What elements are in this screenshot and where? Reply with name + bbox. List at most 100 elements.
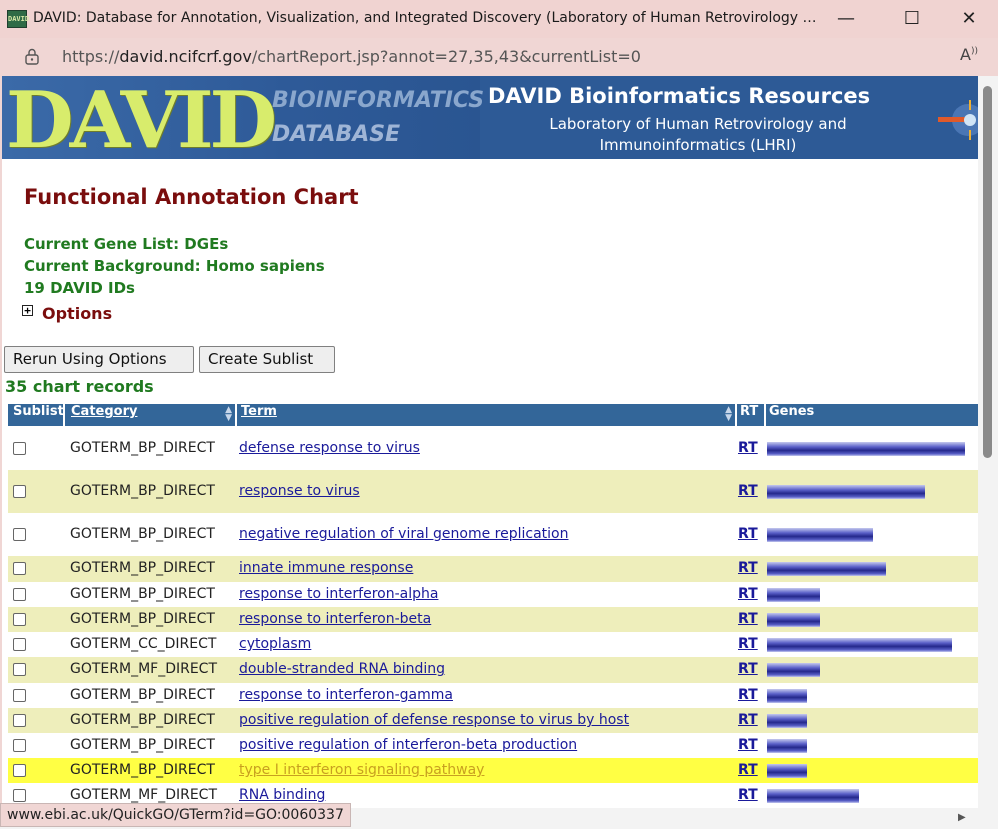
records-count: 35 chart records xyxy=(5,377,154,396)
header-category[interactable]: Category ▲ ▼ xyxy=(65,404,237,426)
background-label: Current Background: Homo sapiens xyxy=(24,257,325,275)
row-rt-link[interactable]: RT xyxy=(738,526,758,542)
gene-count-bar[interactable] xyxy=(767,638,952,652)
row-rt-link[interactable]: RT xyxy=(738,483,758,499)
gene-count-bar[interactable] xyxy=(767,739,807,753)
gene-count-bar[interactable] xyxy=(767,613,820,627)
row-term-link[interactable]: type I interferon signaling pathway xyxy=(239,762,484,778)
row-term-link[interactable]: positive regulation of interferon-beta p… xyxy=(239,737,577,753)
gene-count-bar[interactable] xyxy=(767,485,925,499)
row-checkbox[interactable] xyxy=(13,789,26,802)
row-term-link[interactable]: response to interferon-beta xyxy=(239,611,431,627)
lock-icon[interactable] xyxy=(25,48,39,69)
status-bar: www.ebi.ac.uk/QuickGO/GTerm?id=GO:006033… xyxy=(0,803,351,827)
rerun-options-button[interactable]: Rerun Using Options xyxy=(4,346,194,373)
row-rt-link[interactable]: RT xyxy=(738,712,758,728)
row-rt-link[interactable]: RT xyxy=(738,737,758,753)
row-category: GOTERM_BP_DIRECT xyxy=(70,586,215,602)
header-term[interactable]: Term ▲ ▼ xyxy=(237,404,737,426)
row-category: GOTERM_CC_DIRECT xyxy=(70,636,217,652)
header-category-label[interactable]: Category xyxy=(71,404,137,419)
gene-count-bar[interactable] xyxy=(767,714,807,728)
row-rt-link[interactable]: RT xyxy=(738,762,758,778)
gene-count-bar[interactable] xyxy=(767,442,965,456)
row-checkbox[interactable] xyxy=(13,689,26,702)
row-term-link[interactable]: positive regulation of defense response … xyxy=(239,712,629,728)
row-term-link[interactable]: double-stranded RNA binding xyxy=(239,661,445,677)
header-term-label[interactable]: Term xyxy=(241,404,277,419)
gene-count-bar[interactable] xyxy=(767,789,859,803)
sort-icon[interactable]: ▲ ▼ xyxy=(725,406,732,423)
app-icon: DAVID xyxy=(7,10,29,28)
table-row: GOTERM_BP_DIRECT response to virus RT xyxy=(8,470,978,513)
window-titlebar: DAVID DAVID: Database for Annotation, Vi… xyxy=(0,0,998,38)
row-checkbox[interactable] xyxy=(13,638,26,651)
table-row: GOTERM_BP_DIRECT defense response to viru… xyxy=(8,427,978,470)
row-category: GOTERM_MF_DIRECT xyxy=(70,661,218,677)
row-rt-link[interactable]: RT xyxy=(738,661,758,677)
maximize-icon[interactable]: ☐ xyxy=(890,4,934,34)
window-title: DAVID: Database for Annotation, Visualiz… xyxy=(33,10,823,26)
row-rt-link[interactable]: RT xyxy=(738,586,758,602)
gene-count-bar[interactable] xyxy=(767,562,886,576)
table-row: GOTERM_BP_DIRECT response to interferon-a… xyxy=(8,582,978,607)
header-banner: DAVID BIOINFORMATICS DATABASE DAVID Bioi… xyxy=(2,76,978,159)
row-rt-link[interactable]: RT xyxy=(738,636,758,652)
table-row: GOTERM_CC_DIRECT cytoplasm RT xyxy=(8,632,978,657)
row-rt-link[interactable]: RT xyxy=(738,787,758,803)
row-term-link[interactable]: response to virus xyxy=(239,483,360,499)
row-term-link[interactable]: cytoplasm xyxy=(239,636,311,652)
row-checkbox[interactable] xyxy=(13,485,26,498)
header-sublist: Sublist xyxy=(8,404,65,426)
table-row: GOTERM_BP_DIRECT innate immune response RT xyxy=(8,556,978,582)
page-content: DAVID BIOINFORMATICS DATABASE DAVID Bioi… xyxy=(2,76,978,808)
vertical-scroll-thumb[interactable] xyxy=(983,86,992,458)
gene-count-bar[interactable] xyxy=(767,689,807,703)
david-ids-count: 19 DAVID IDs xyxy=(24,279,135,297)
header-rt: RT xyxy=(737,404,766,426)
row-checkbox[interactable] xyxy=(13,588,26,601)
read-aloud-icon[interactable]: A)) xyxy=(960,45,978,64)
row-checkbox[interactable] xyxy=(13,764,26,777)
page-title: Functional Annotation Chart xyxy=(24,185,359,209)
row-category: GOTERM_BP_DIRECT xyxy=(70,611,215,627)
close-icon[interactable]: ✕ xyxy=(947,4,991,34)
address-bar[interactable]: https://david.ncifcrf.gov/chartReport.js… xyxy=(0,38,998,76)
banner-title: DAVID Bioinformatics Resources xyxy=(488,84,871,108)
banner-subtitle: Laboratory of Human Retrovirology and Im… xyxy=(549,115,847,154)
row-checkbox[interactable] xyxy=(13,562,26,575)
table-row: GOTERM_BP_DIRECT negative regulation of v… xyxy=(8,513,978,556)
minimize-icon[interactable]: — xyxy=(824,4,868,34)
create-sublist-button[interactable]: Create Sublist xyxy=(199,346,335,373)
row-checkbox[interactable] xyxy=(13,714,26,727)
scroll-right-icon[interactable]: ▶ xyxy=(958,812,966,823)
row-category: GOTERM_MF_DIRECT xyxy=(70,787,218,803)
row-checkbox[interactable] xyxy=(13,613,26,626)
row-checkbox[interactable] xyxy=(13,528,26,541)
gene-count-bar[interactable] xyxy=(767,764,807,778)
row-rt-link[interactable]: RT xyxy=(738,440,758,456)
row-checkbox[interactable] xyxy=(13,442,26,455)
row-rt-link[interactable]: RT xyxy=(738,611,758,627)
row-rt-link[interactable]: RT xyxy=(738,560,758,576)
row-checkbox[interactable] xyxy=(13,739,26,752)
david-logo[interactable]: DAVID BIOINFORMATICS DATABASE xyxy=(2,76,484,159)
url-text[interactable]: https://david.ncifcrf.gov/chartReport.js… xyxy=(62,47,641,66)
header-genes: Genes xyxy=(769,404,815,419)
row-term-link[interactable]: defense response to virus xyxy=(239,440,420,456)
options-link[interactable]: Options xyxy=(42,304,112,323)
gene-count-bar[interactable] xyxy=(767,528,873,542)
row-term-link[interactable]: response to interferon-alpha xyxy=(239,586,438,602)
vertical-scrollbar[interactable] xyxy=(978,76,998,808)
row-checkbox[interactable] xyxy=(13,663,26,676)
table-row: GOTERM_BP_DIRECT positive regulation of i… xyxy=(8,733,978,758)
row-term-link[interactable]: negative regulation of viral genome repl… xyxy=(239,526,569,542)
expand-icon[interactable]: + xyxy=(22,305,33,316)
row-rt-link[interactable]: RT xyxy=(738,687,758,703)
gene-count-bar[interactable] xyxy=(767,663,820,677)
gene-count-bar[interactable] xyxy=(767,588,820,602)
row-term-link[interactable]: response to interferon-gamma xyxy=(239,687,453,703)
row-term-link[interactable]: innate immune response xyxy=(239,560,413,576)
sort-icon[interactable]: ▲ ▼ xyxy=(225,406,232,423)
row-term-link[interactable]: RNA binding xyxy=(239,787,325,803)
